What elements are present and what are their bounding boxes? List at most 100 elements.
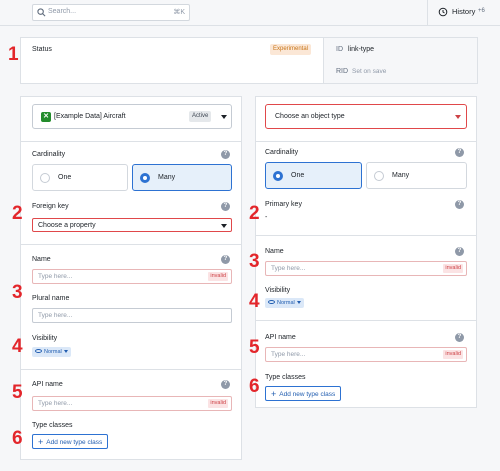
rid-label: RID — [336, 68, 349, 75]
primary-key-value: - — [265, 214, 268, 221]
divider — [256, 141, 476, 142]
cardinality-many-option[interactable]: Many — [366, 162, 467, 189]
help-icon[interactable]: ? — [455, 247, 464, 256]
annotation-number: 6 — [12, 428, 23, 449]
plural-name-placeholder: Type here... — [38, 312, 73, 319]
cardinality-one-option[interactable]: One — [265, 162, 362, 189]
annotation-number: 3 — [12, 282, 23, 303]
active-badge: Active — [189, 111, 212, 122]
source-object-name: [Example Data] Aircraft — [54, 113, 126, 120]
help-icon[interactable]: ? — [455, 333, 464, 342]
foreign-key-select[interactable]: Choose a property — [32, 218, 232, 232]
plus-icon: + — [38, 437, 44, 447]
visibility-label: Visibility — [32, 335, 58, 342]
target-object-selector[interactable]: Choose an object type — [265, 104, 467, 129]
primary-key-label: Primary key — [265, 201, 302, 208]
divider — [21, 141, 241, 142]
search-input[interactable]: Search... ⌘K — [32, 4, 190, 21]
type-classes-label: Type classes — [32, 422, 73, 429]
search-icon — [37, 8, 46, 17]
target-object-placeholder: Choose an object type — [275, 113, 345, 120]
search-placeholder: Search... — [48, 8, 77, 15]
type-classes-label: Type classes — [265, 374, 306, 381]
api-name-input[interactable]: Type here... invalid — [265, 347, 467, 362]
invalid-badge: invalid — [208, 399, 228, 408]
help-icon[interactable]: ? — [221, 150, 230, 159]
help-icon[interactable]: ? — [221, 380, 230, 389]
name-input[interactable]: Type here... invalid — [32, 269, 232, 284]
status-label: Status — [32, 46, 52, 53]
plural-name-input[interactable]: Type here... — [32, 308, 232, 323]
visibility-value: Normal — [44, 349, 62, 355]
annotation-number: 4 — [249, 291, 260, 312]
annotation-number: 5 — [249, 337, 260, 358]
history-icon[interactable] — [438, 7, 448, 17]
name-placeholder: Type here... — [38, 273, 73, 280]
option-label: One — [291, 172, 305, 179]
id-label: ID — [336, 46, 343, 53]
visibility-select[interactable]: Normal — [32, 347, 71, 357]
chevron-down-icon — [221, 224, 227, 228]
search-shortcut: ⌘K — [173, 9, 185, 16]
add-type-class-label: Add new type class — [279, 391, 336, 398]
invalid-badge: invalid — [208, 272, 228, 281]
chevron-down-icon — [63, 350, 68, 354]
foreign-key-placeholder: Choose a property — [38, 222, 96, 229]
api-name-label: API name — [265, 334, 296, 341]
option-label: One — [58, 174, 72, 181]
help-icon[interactable]: ? — [221, 255, 230, 264]
visibility-label: Visibility — [265, 287, 291, 294]
help-icon[interactable]: ? — [455, 148, 464, 157]
foreign-key-label: Foreign key — [32, 203, 69, 210]
eye-icon — [268, 299, 275, 304]
add-type-class-button[interactable]: + Add new type class — [32, 434, 109, 449]
api-name-input[interactable]: Type here... invalid — [32, 396, 232, 411]
visibility-select[interactable]: Normal — [265, 298, 304, 308]
option-label: Many — [392, 172, 410, 179]
plural-name-label: Plural name — [32, 295, 70, 302]
name-label: Name — [265, 248, 284, 255]
plus-icon: + — [271, 389, 277, 399]
radio-one[interactable] — [40, 173, 50, 183]
experimental-badge[interactable]: Experimental — [270, 44, 312, 55]
divider — [256, 320, 476, 321]
help-icon[interactable]: ? — [455, 200, 464, 209]
chevron-down-icon — [296, 301, 301, 305]
radio-many[interactable] — [374, 171, 384, 181]
history-divider — [427, 0, 428, 26]
eye-icon — [35, 348, 42, 353]
name-input[interactable]: Type here... invalid — [265, 261, 467, 276]
object-type-icon: ✕ — [41, 112, 51, 122]
chevron-down-icon — [221, 115, 227, 119]
chevron-down-icon — [455, 115, 461, 119]
api-name-placeholder: Type here... — [38, 400, 73, 407]
divider — [256, 235, 476, 236]
add-type-class-button[interactable]: + Add new type class — [265, 386, 342, 401]
source-object-selector[interactable]: ✕ [Example Data] Aircraft Active — [32, 104, 232, 129]
option-label: Many — [158, 174, 176, 181]
annotation-number: 1 — [8, 44, 19, 65]
status-divider — [323, 38, 324, 83]
id-value: link-type — [348, 46, 375, 53]
divider — [21, 369, 241, 370]
history-button[interactable]: History — [452, 7, 475, 16]
annotation-number: 3 — [249, 251, 260, 272]
annotation-number: 6 — [249, 376, 260, 397]
radio-many[interactable] — [140, 173, 150, 183]
invalid-badge: invalid — [443, 264, 463, 273]
status-id-panel — [324, 38, 477, 83]
cardinality-one-option[interactable]: One — [32, 164, 128, 191]
cardinality-label: Cardinality — [265, 149, 299, 156]
divider — [21, 244, 241, 245]
history-count: +6 — [478, 8, 485, 14]
annotation-number: 5 — [12, 382, 23, 403]
annotation-number: 4 — [12, 336, 23, 357]
help-icon[interactable]: ? — [221, 202, 230, 211]
visibility-value: Normal — [277, 300, 295, 306]
add-type-class-label: Add new type class — [46, 439, 103, 446]
invalid-badge: invalid — [443, 350, 463, 359]
annotation-number: 2 — [12, 203, 23, 224]
api-name-placeholder: Type here... — [271, 351, 306, 358]
cardinality-many-option[interactable]: Many — [132, 164, 232, 191]
radio-one[interactable] — [273, 171, 283, 181]
